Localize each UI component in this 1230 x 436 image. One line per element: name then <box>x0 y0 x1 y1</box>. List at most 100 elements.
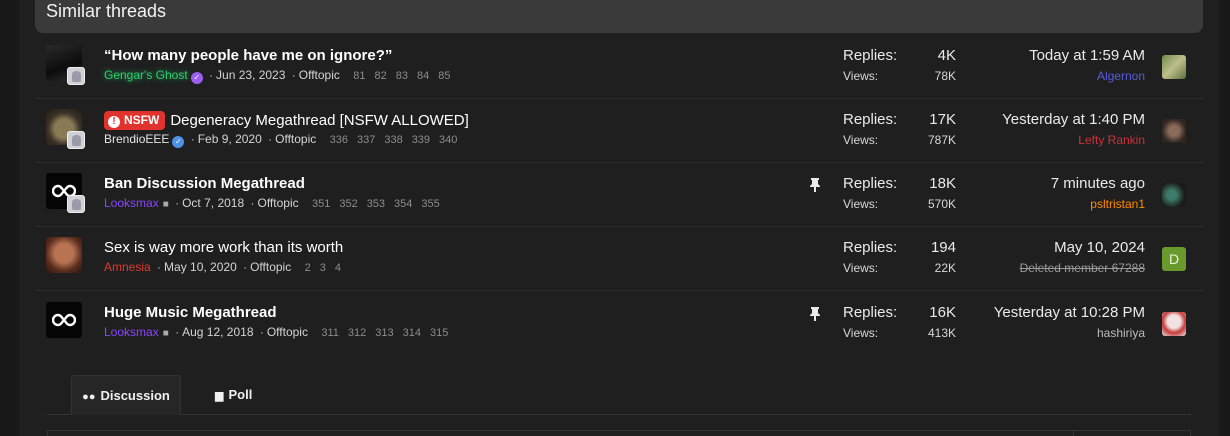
last-post-time[interactable]: Yesterday at 1:40 PM <box>1002 111 1145 128</box>
page-link[interactable]: 314 <box>403 327 421 339</box>
page-link[interactable]: 355 <box>421 198 439 210</box>
last-post-user[interactable]: Lefty Rankin <box>1078 133 1145 147</box>
page-link[interactable]: 81 <box>353 70 365 82</box>
thread-forum[interactable]: Offtopic <box>257 196 298 210</box>
tab-discussion[interactable]: ●● Discussion <box>71 375 181 415</box>
page-link[interactable]: 313 <box>375 327 393 339</box>
views-count: 413K <box>927 326 956 340</box>
last-post-time[interactable]: May 10, 2024 <box>1054 239 1145 256</box>
views-count: 787K <box>927 133 956 147</box>
thread-title[interactable]: Huge Music Megathread <box>104 304 277 321</box>
thread-forum[interactable]: Offtopic <box>250 260 291 274</box>
page-link[interactable]: 336 <box>330 134 348 146</box>
last-poster-avatar[interactable] <box>1162 183 1186 207</box>
nsfw-prefix-badge[interactable]: ! NSFW <box>104 111 166 130</box>
thread-row: Sex is way more work than its worth Amne… <box>35 227 1203 291</box>
page-link[interactable]: 84 <box>417 70 429 82</box>
page-jump: 311 312 313 314 315 <box>321 327 457 339</box>
page-link[interactable]: 311 <box>321 327 339 339</box>
thread-author[interactable]: Gengar's Ghost <box>104 68 188 82</box>
page-link[interactable]: 352 <box>339 198 357 210</box>
thread-date[interactable]: Aug 12, 2018 <box>182 325 253 339</box>
thread-row: Ban Discussion Megathread Looksmax ■ · Oct… <box>35 163 1203 227</box>
page-link[interactable]: 351 <box>312 198 330 210</box>
page-link[interactable]: 315 <box>430 327 448 339</box>
viewer-mini-avatar[interactable] <box>67 67 85 85</box>
replies-count: 4K <box>937 47 956 64</box>
last-post-time[interactable]: 7 minutes ago <box>1051 175 1145 192</box>
thread-title[interactable]: “How many people have me on ignore?” <box>104 47 392 64</box>
page-jump: 234 <box>305 262 350 274</box>
page-jump: 81 82 83 84 85 <box>353 70 459 82</box>
thread-author[interactable]: Amnesia <box>104 260 151 274</box>
thread-title[interactable]: Sex is way more work than its worth <box>104 239 343 256</box>
thread-date[interactable]: Jun 23, 2023 <box>216 68 285 82</box>
tab-poll[interactable]: ▆ Poll <box>215 375 252 415</box>
last-post-user[interactable]: psltristan1 <box>1090 197 1145 211</box>
page-link[interactable]: 82 <box>375 70 387 82</box>
robot-icon: ■ <box>162 199 169 210</box>
last-poster-avatar[interactable] <box>1162 119 1186 143</box>
tab-label: Discussion <box>100 388 170 403</box>
pin-icon <box>809 178 821 195</box>
author-avatar[interactable] <box>46 237 82 273</box>
viewer-mini-avatar[interactable] <box>67 195 85 213</box>
block-title: Similar threads <box>46 1 167 21</box>
last-post-time[interactable]: Today at 1:59 AM <box>1029 47 1145 64</box>
comments-icon: ●● <box>82 391 96 403</box>
last-poster-avatar[interactable] <box>1162 55 1186 79</box>
page-link[interactable]: 83 <box>396 70 408 82</box>
replies-label: Replies: <box>843 304 898 321</box>
last-poster-avatar[interactable] <box>1162 312 1186 336</box>
similar-threads-header: Similar threads <box>35 0 1203 33</box>
thread-forum[interactable]: Offtopic <box>299 68 340 82</box>
last-poster-avatar[interactable]: D <box>1162 247 1186 271</box>
page-link[interactable]: 4 <box>335 262 341 274</box>
last-post-user[interactable]: hashiriya <box>1097 326 1145 340</box>
views-count: 78K <box>934 69 956 83</box>
page-link[interactable]: 353 <box>367 198 385 210</box>
replies-label: Replies: <box>843 175 898 192</box>
thread-author[interactable]: Looksmax <box>104 325 159 339</box>
page-link[interactable]: 85 <box>438 70 450 82</box>
thread-meta: Looksmax ■ · Aug 12, 2018 · Offtopic 311 312… <box>104 325 457 339</box>
thread-date[interactable]: May 10, 2020 <box>164 260 237 274</box>
thread-meta: Looksmax ■ · Oct 7, 2018 · Offtopic 351 352 3… <box>104 196 449 210</box>
last-post-user: Deleted member 67288 <box>1019 261 1145 275</box>
tab-bar: ●● Discussion ▆ Poll <box>47 375 1191 415</box>
pin-icon <box>809 307 821 324</box>
views-label: Views: <box>843 261 879 275</box>
thread-title[interactable]: Ban Discussion Megathread <box>104 175 305 192</box>
last-post-user[interactable]: Algernon <box>1097 69 1145 83</box>
thread-title[interactable]: Degeneracy Megathread [NSFW ALLOWED] <box>170 112 468 129</box>
replies-label: Replies: <box>843 111 898 128</box>
views-label: Views: <box>843 197 879 211</box>
robot-icon: ■ <box>162 328 169 339</box>
page-link[interactable]: 312 <box>348 327 366 339</box>
page-link[interactable]: 2 <box>305 262 311 274</box>
thread-meta: Gengar's Ghost ✓ · Jun 23, 2023 · Offtopic … <box>104 68 460 84</box>
author-avatar[interactable] <box>46 302 82 338</box>
page-link[interactable]: 340 <box>439 134 457 146</box>
alert-icon: ! <box>108 116 120 128</box>
tab-content-box <box>47 430 1191 436</box>
page-link[interactable]: 337 <box>357 134 375 146</box>
viewer-mini-avatar[interactable] <box>67 131 85 149</box>
infinity-logo-icon <box>52 313 76 327</box>
thread-row: ! NSFW Degeneracy Megathread [NSFW ALLOWED… <box>35 99 1203 163</box>
last-post-time[interactable]: Yesterday at 10:28 PM <box>994 304 1145 321</box>
replies-count: 17K <box>929 111 956 128</box>
page-link[interactable]: 354 <box>394 198 412 210</box>
replies-label: Replies: <box>843 239 898 256</box>
replies-count: 194 <box>930 239 956 256</box>
thread-forum[interactable]: Offtopic <box>275 132 316 146</box>
thread-date[interactable]: Feb 9, 2020 <box>198 132 262 146</box>
page-link[interactable]: 338 <box>384 134 402 146</box>
thread-row: “How many people have me on ignore?” Gen… <box>35 35 1203 99</box>
thread-forum[interactable]: Offtopic <box>267 325 308 339</box>
thread-author[interactable]: BrendioEEE <box>104 132 169 146</box>
thread-date[interactable]: Oct 7, 2018 <box>182 196 244 210</box>
page-link[interactable]: 3 <box>320 262 326 274</box>
thread-author[interactable]: Looksmax <box>104 196 159 210</box>
page-link[interactable]: 339 <box>412 134 430 146</box>
